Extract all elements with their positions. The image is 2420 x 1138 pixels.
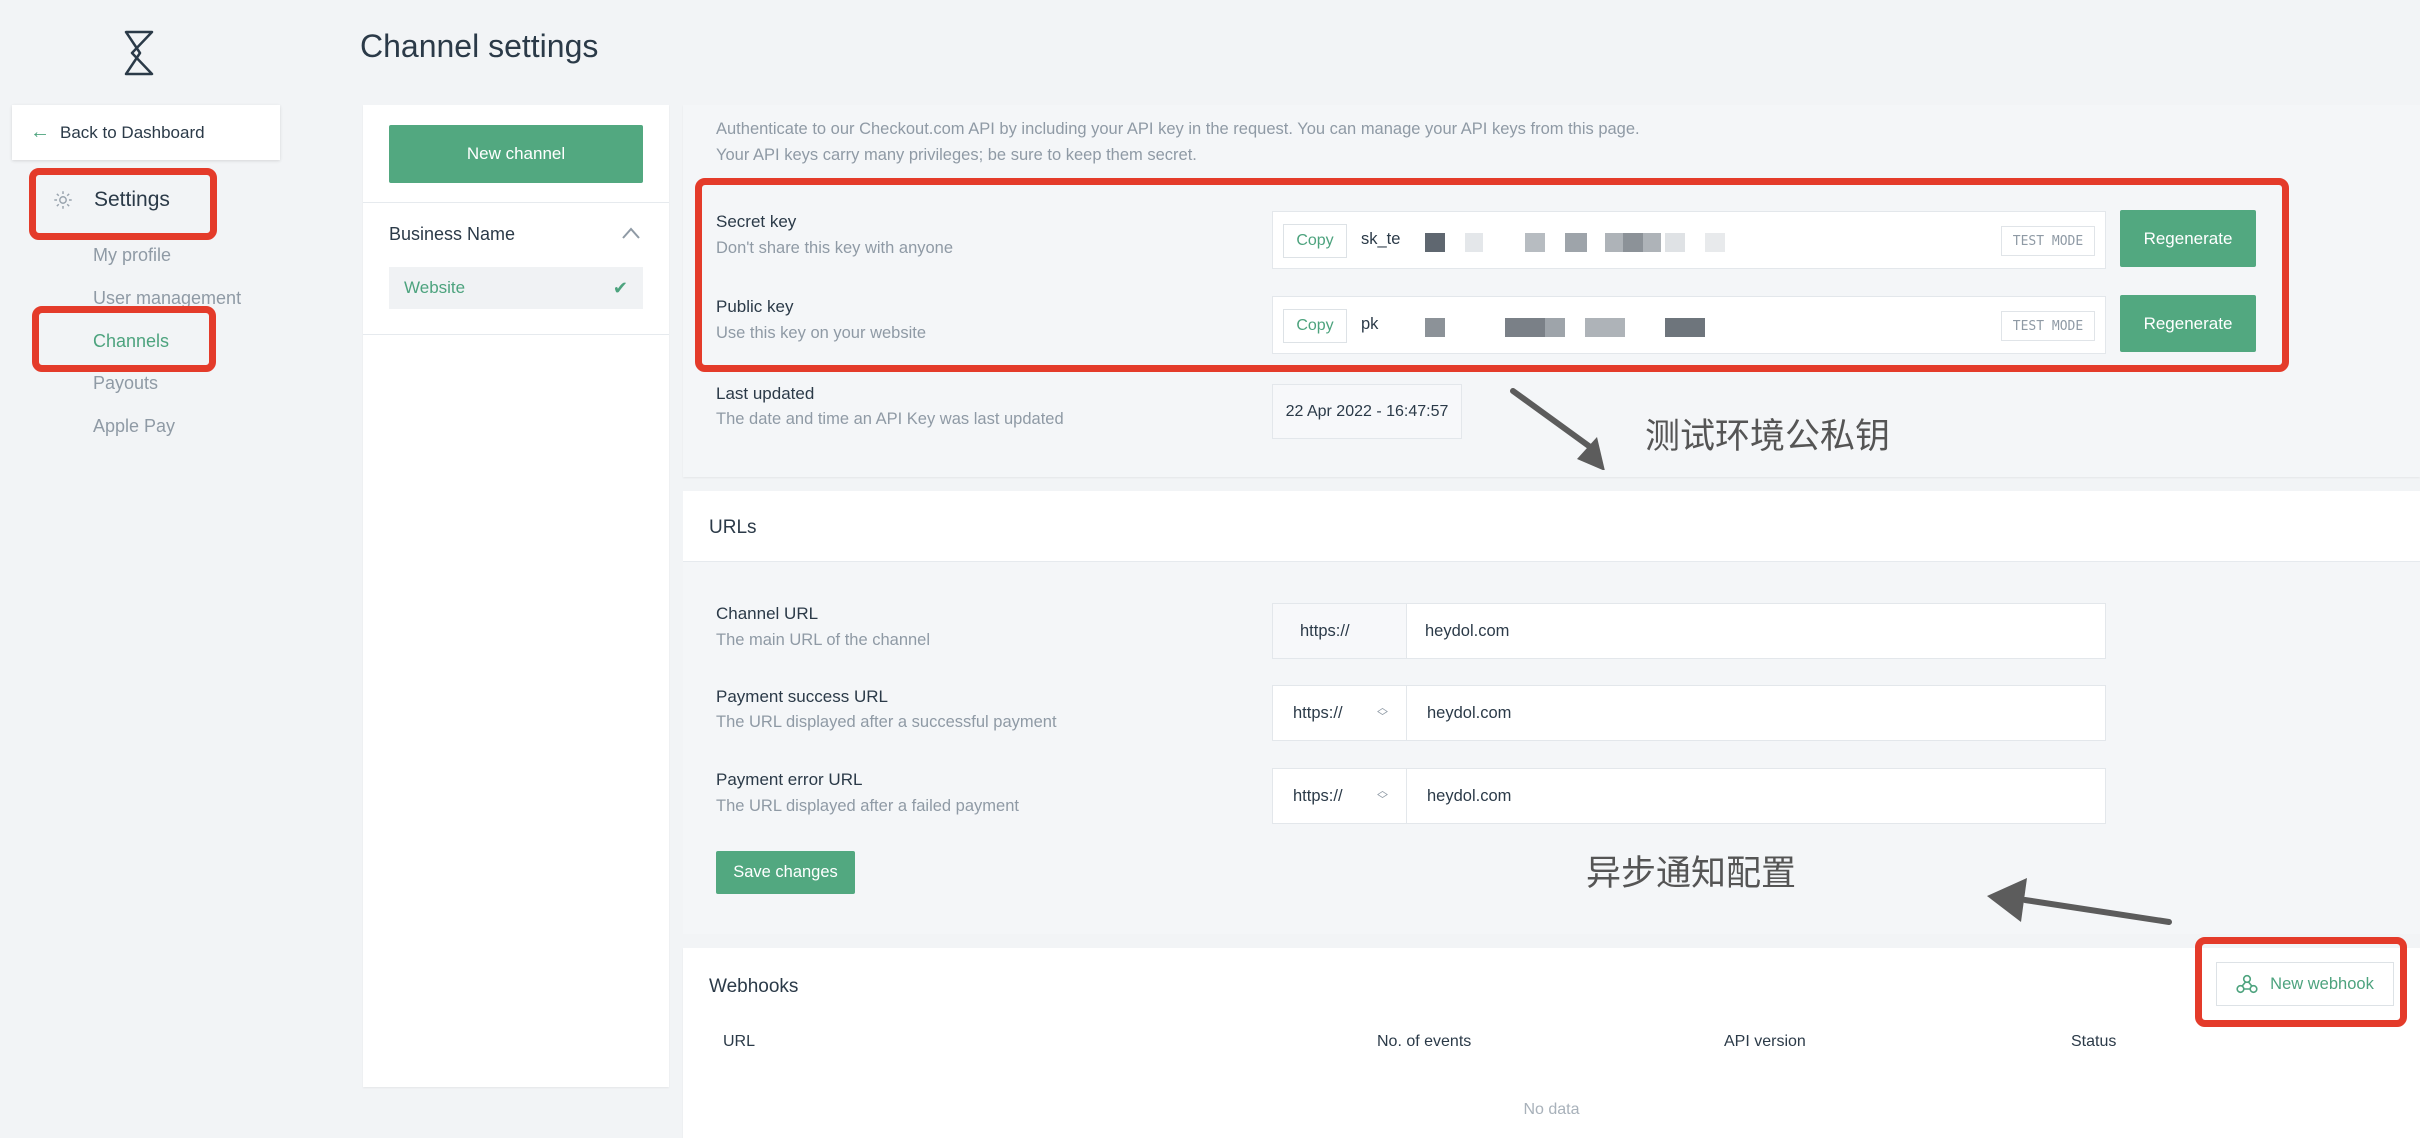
public-key-value: pk — [1361, 315, 1379, 333]
channel-url-input[interactable]: heydol.com — [1425, 622, 1509, 641]
column-header-status: Status — [2071, 1033, 2117, 1050]
protocol-value: https:// — [1293, 703, 1343, 722]
page-title: Channel settings — [360, 28, 599, 64]
save-changes-button[interactable]: Save changes — [716, 851, 855, 894]
secret-key-label: Secret key — [716, 212, 797, 231]
sidebar-item-my-profile[interactable]: My profile — [93, 245, 171, 266]
public-key-field: Copy pk TEST MODE — [1272, 296, 2106, 354]
success-url-protocol-select[interactable]: https:// ︿ ﹀ — [1273, 686, 1407, 740]
test-mode-badge: TEST MODE — [2001, 226, 2095, 256]
new-channel-button[interactable]: New channel — [389, 125, 643, 183]
new-webhook-button[interactable]: New webhook — [2216, 962, 2394, 1006]
chevron-up-icon[interactable] — [621, 225, 641, 241]
divider — [363, 202, 669, 203]
sidebar-item-channels[interactable]: Channels — [93, 331, 169, 352]
success-url-input[interactable]: heydol.com — [1427, 704, 1511, 723]
secret-key-description: Don't share this key with anyone — [716, 239, 954, 257]
channel-url-field: https:// heydol.com — [1272, 603, 2106, 659]
select-arrows-icon: ︿ ﹀ — [1377, 785, 1388, 806]
error-url-protocol-select[interactable]: https:// ︿ ﹀ — [1273, 769, 1407, 823]
regenerate-public-key-button[interactable]: Regenerate — [2120, 295, 2256, 352]
regenerate-secret-key-button[interactable]: Regenerate — [2120, 210, 2256, 267]
channel-list-panel: New channel Business Name Website ✔ — [363, 105, 669, 1087]
channel-item-website[interactable]: Website ✔ — [389, 267, 643, 309]
sidebar-item-apple-pay[interactable]: Apple Pay — [93, 416, 175, 437]
redacted-pixel — [1665, 233, 1685, 252]
divider — [363, 334, 669, 335]
public-key-description: Use this key on your website — [716, 324, 927, 342]
channel-url-description: The main URL of the channel — [716, 631, 931, 649]
api-intro-line-1: Authenticate to our Checkout.com API by … — [716, 120, 1640, 138]
select-arrows-icon: ︿ ﹀ — [1377, 702, 1388, 723]
redacted-pixel — [1465, 233, 1483, 252]
urls-card-header: URLs — [683, 491, 2420, 562]
last-updated-value: 22 Apr 2022 - 16:47:57 — [1272, 384, 1462, 439]
copy-secret-key-button[interactable]: Copy — [1283, 224, 1347, 258]
redacted-pixel — [1705, 233, 1725, 252]
sidebar-item-user-management[interactable]: User management — [93, 288, 241, 309]
checkout-logo — [124, 30, 154, 76]
sidebar-item-payouts[interactable]: Payouts — [93, 373, 158, 394]
success-url-label: Payment success URL — [716, 687, 888, 706]
arrow-left-icon: ← — [30, 121, 50, 143]
column-header-url: URL — [723, 1033, 756, 1050]
success-url-field: https:// ︿ ﹀ heydol.com — [1272, 685, 2106, 741]
error-url-label: Payment error URL — [716, 770, 863, 789]
channel-item-label: Website — [404, 278, 466, 297]
gear-icon — [54, 191, 72, 209]
check-icon: ✔ — [612, 277, 628, 298]
api-intro-line-2: Your API keys carry many privileges; be … — [716, 146, 1197, 164]
annotation-arrow-icon — [1987, 878, 2172, 925]
column-header-events: No. of events — [1377, 1033, 1472, 1050]
webhook-icon — [2236, 974, 2258, 994]
last-updated-description: The date and time an API Key was last up… — [716, 410, 1064, 428]
annotation-webhook-note: 异步通知配置 — [1586, 854, 1797, 894]
protocol-value: https:// — [1293, 786, 1343, 805]
redacted-pixel — [1623, 233, 1643, 252]
business-name-label: Business Name — [389, 224, 516, 244]
settings-label: Settings — [94, 188, 170, 211]
public-key-label: Public key — [716, 297, 794, 316]
webhooks-title: Webhooks — [709, 976, 799, 997]
sidebar-settings-heading[interactable]: Settings — [52, 188, 170, 212]
redacted-pixel — [1425, 233, 1445, 252]
annotation-keys-note: 测试环境公私钥 — [1645, 417, 1891, 457]
error-url-input[interactable]: heydol.com — [1427, 787, 1511, 806]
success-url-description: The URL displayed after a successful pay… — [716, 713, 1057, 731]
channel-url-protocol: https:// — [1273, 604, 1407, 658]
annotation-arrow-icon — [1510, 388, 1605, 470]
new-webhook-label: New webhook — [2270, 974, 2374, 993]
redacted-key-blur — [1403, 218, 2003, 264]
redacted-key-blur — [1385, 303, 2085, 349]
error-url-description: The URL displayed after a failed payment — [716, 797, 1019, 815]
channel-url-label: Channel URL — [716, 604, 819, 623]
last-updated-label: Last updated — [716, 384, 815, 403]
back-to-dashboard-label: Back to Dashboard — [60, 122, 205, 142]
error-url-field: https:// ︿ ﹀ heydol.com — [1272, 768, 2106, 824]
empty-state-text: No data — [1523, 1101, 1580, 1118]
urls-title: URLs — [709, 517, 757, 538]
redacted-pixel — [1585, 318, 1625, 337]
secret-key-value: sk_te — [1361, 230, 1401, 248]
redacted-pixel — [1505, 318, 1545, 337]
redacted-pixel — [1545, 318, 1565, 337]
redacted-pixel — [1665, 318, 1705, 337]
test-mode-badge: TEST MODE — [2001, 311, 2095, 341]
secret-key-field: Copy sk_te TEST MODE — [1272, 211, 2106, 269]
copy-public-key-button[interactable]: Copy — [1283, 309, 1347, 343]
webhooks-card: Webhooks New webhook URL No. of events A… — [683, 948, 2420, 1138]
redacted-pixel — [1525, 233, 1545, 252]
back-to-dashboard-button[interactable]: ← Back to Dashboard — [12, 105, 280, 160]
column-header-api-version: API version — [1724, 1033, 1806, 1050]
redacted-pixel — [1425, 318, 1445, 337]
redacted-pixel — [1565, 233, 1587, 252]
